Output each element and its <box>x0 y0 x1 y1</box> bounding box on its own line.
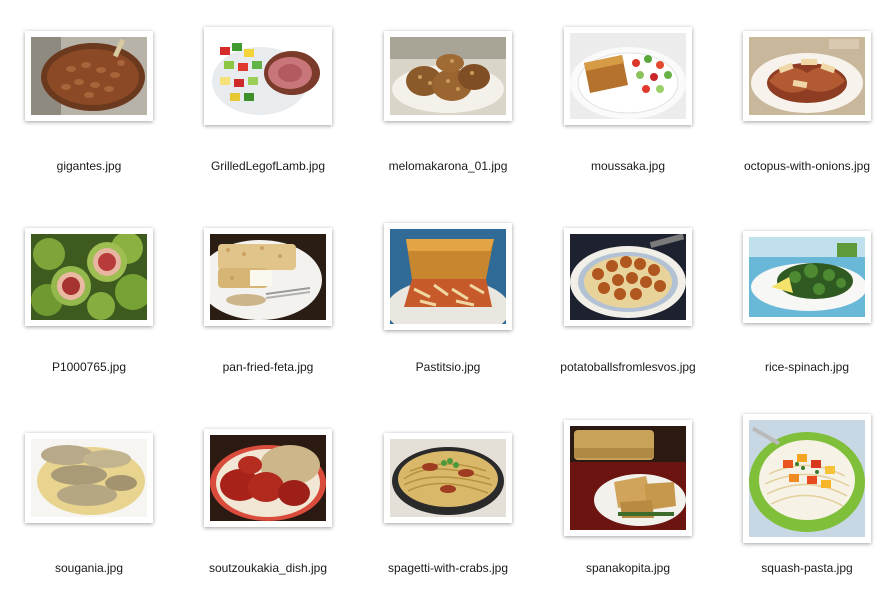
squash-pasta-photo <box>749 420 865 537</box>
spinach-rice-photo <box>749 237 865 317</box>
file-name-label[interactable]: P1000765.jpg <box>25 360 153 374</box>
image-thumbnail[interactable] <box>384 31 512 121</box>
file-name-label[interactable]: spanakopita.jpg <box>564 561 692 575</box>
figs-photo <box>31 234 147 320</box>
baked-beans-photo <box>31 37 147 115</box>
file-name-label[interactable]: melomakarona_01.jpg <box>368 159 528 173</box>
image-thumbnail[interactable] <box>25 433 153 523</box>
file-name-label[interactable]: octopus-with-onions.jpg <box>727 159 887 173</box>
image-thumbnail[interactable] <box>743 31 871 121</box>
crab-spaghetti-photo <box>390 439 506 517</box>
file-name-label[interactable]: moussaka.jpg <box>564 159 692 173</box>
image-thumbnail[interactable] <box>564 27 692 125</box>
image-thumbnail[interactable] <box>204 27 332 125</box>
image-thumbnail[interactable] <box>384 433 512 523</box>
image-thumbnail[interactable] <box>564 420 692 536</box>
file-name-label[interactable]: potatoballsfromlesvos.jpg <box>546 360 710 374</box>
file-name-label[interactable]: rice-spinach.jpg <box>743 360 871 374</box>
spinach-pie-photo <box>570 426 686 530</box>
grilled-lamb-photo <box>210 33 326 119</box>
potato-balls-photo <box>570 234 686 320</box>
image-thumbnail[interactable] <box>564 228 692 326</box>
file-name-label[interactable]: Pastitsio.jpg <box>384 360 512 374</box>
file-name-label[interactable]: spagetti-with-crabs.jpg <box>368 561 528 575</box>
meatballs-with-rice-photo <box>210 435 326 521</box>
pastitsio-photo <box>390 229 506 324</box>
file-icon-grid: { "files": [ {"name": "gigantes.jpg", "s… <box>0 0 895 594</box>
file-name-label[interactable]: sougania.jpg <box>25 561 153 575</box>
moussaka-photo <box>570 33 686 119</box>
image-thumbnail[interactable] <box>384 223 512 330</box>
image-thumbnail[interactable] <box>25 228 153 326</box>
fried-feta-photo <box>210 234 326 320</box>
image-thumbnail[interactable] <box>204 228 332 326</box>
honey-cookies-photo <box>390 37 506 115</box>
file-name-label[interactable]: soutzoukakia_dish.jpg <box>190 561 346 575</box>
image-thumbnail[interactable] <box>743 414 871 543</box>
octopus-dish-photo <box>749 37 865 115</box>
file-name-label[interactable]: pan-fried-feta.jpg <box>204 360 332 374</box>
file-name-label[interactable]: gigantes.jpg <box>25 159 153 173</box>
image-thumbnail[interactable] <box>25 31 153 121</box>
file-name-label[interactable]: GrilledLegofLamb.jpg <box>194 159 342 173</box>
image-thumbnail[interactable] <box>743 231 871 323</box>
image-thumbnail[interactable] <box>204 429 332 527</box>
stuffed-onions-photo <box>31 439 147 517</box>
file-name-label[interactable]: squash-pasta.jpg <box>743 561 871 575</box>
